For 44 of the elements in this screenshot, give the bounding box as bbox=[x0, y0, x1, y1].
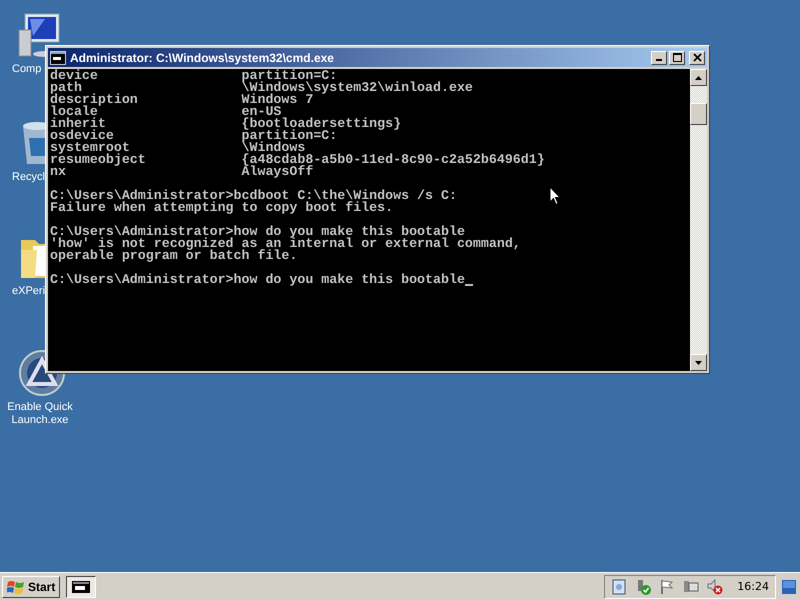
console-line: osdevice partition=C: bbox=[50, 130, 338, 142]
scroll-up-button[interactable] bbox=[690, 69, 707, 86]
maximize-icon bbox=[672, 53, 682, 62]
console-line: C:\Users\Administrator>how do you make this bootable bbox=[50, 226, 465, 238]
mouse-pointer-icon bbox=[549, 186, 561, 206]
flag-icon[interactable] bbox=[659, 578, 676, 594]
console-line: 'how' is not recognized as an internal or external command, bbox=[50, 238, 521, 250]
down-arrow-icon bbox=[695, 360, 702, 364]
console-line: inherit {bootloadersettings} bbox=[50, 118, 402, 130]
window-title: Administrator: C:\Windows\system32\cmd.exe bbox=[70, 50, 334, 64]
minimize-button[interactable] bbox=[651, 50, 667, 64]
vertical-scrollbar[interactable] bbox=[690, 69, 707, 371]
console-line: systemroot \Windows bbox=[50, 142, 306, 154]
show-desktop-icon[interactable] bbox=[782, 580, 796, 594]
clock[interactable]: 16:24 bbox=[737, 580, 769, 593]
icon-label: Enable Quick Launch.exe bbox=[6, 401, 74, 427]
console-line: description Windows 7 bbox=[50, 94, 314, 106]
console-line: resumeobject {a48cdab8-a5b0-11ed-8c90-c2a52b6496d1} bbox=[50, 154, 545, 166]
icon-label: eXPeri bbox=[12, 285, 46, 298]
close-button[interactable] bbox=[689, 50, 705, 64]
start-button[interactable]: Start bbox=[2, 576, 60, 598]
console-line: locale en-US bbox=[50, 106, 282, 118]
icon-label: Recycl bbox=[12, 171, 46, 184]
console-line: device partition=C: bbox=[50, 70, 338, 82]
console-line: nx AlwaysOff bbox=[50, 166, 314, 178]
scroll-down-button[interactable] bbox=[690, 354, 707, 371]
console-icon bbox=[72, 580, 90, 592]
document-icon[interactable] bbox=[611, 578, 628, 594]
scroll-thumb[interactable] bbox=[690, 103, 707, 125]
icon-label: Comp bbox=[12, 63, 42, 76]
console-line: Failure when attempting to copy boot files. bbox=[50, 202, 394, 214]
maximize-button[interactable] bbox=[669, 50, 685, 64]
taskbar-console-button[interactable] bbox=[66, 576, 96, 598]
console-app-icon bbox=[50, 50, 66, 64]
up-arrow-icon bbox=[695, 76, 702, 80]
console-line: C:\Users\Administrator>bcdboot C:\the\Windows /s C: bbox=[50, 190, 457, 202]
close-icon bbox=[692, 53, 702, 62]
windows-flag-icon bbox=[7, 578, 25, 594]
console-line: path \Windows\system32\winload.exe bbox=[50, 82, 473, 94]
console-line: operable program or batch file. bbox=[50, 250, 298, 262]
muted-speaker-icon[interactable] bbox=[707, 578, 724, 594]
console-line: C:\Users\Administrator>how do you make this bootable bbox=[50, 274, 465, 286]
network-check-icon[interactable] bbox=[635, 578, 652, 594]
monitor-icon[interactable] bbox=[683, 578, 700, 594]
